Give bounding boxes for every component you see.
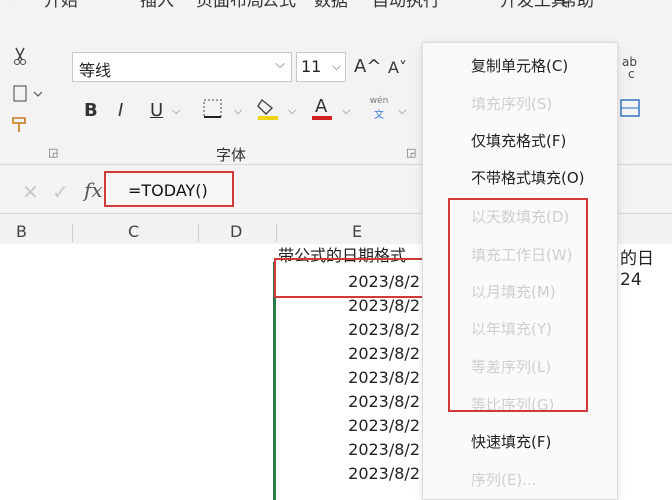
column-header-e[interactable]: E: [352, 222, 362, 241]
format-painter-icon[interactable]: [10, 114, 30, 138]
date-cell[interactable]: 2023/8/2: [286, 392, 420, 411]
disabled-items-highlight: [448, 198, 588, 412]
column-header-c[interactable]: C: [128, 222, 139, 241]
menu-item-copy-cells[interactable]: 复制单元格(C): [471, 55, 568, 76]
right-cell-value[interactable]: 24: [620, 270, 642, 290]
font-dialog-launcher-icon[interactable]: ◲: [406, 146, 416, 159]
tab-insert[interactable]: 插入: [140, 0, 174, 11]
menu-item-fill-without-formatting[interactable]: 不带格式填充(O): [471, 167, 585, 188]
date-cell[interactable]: 2023/8/2: [286, 416, 420, 435]
enter-icon[interactable]: ✓: [52, 180, 69, 204]
tab-help[interactable]: 帮助: [560, 0, 594, 11]
font-name-select[interactable]: 等线 ⌵: [72, 52, 292, 82]
border-icon[interactable]: [202, 98, 224, 124]
font-color-icon: A: [315, 96, 328, 117]
phonetic-top: wén: [369, 96, 389, 106]
column-separator: [198, 224, 199, 242]
column-separator: [72, 224, 73, 242]
menu-item-fill-series: 填充序列(S): [471, 95, 553, 113]
chevron-down-icon: ⌵: [331, 59, 341, 73]
chevron-down-icon[interactable]: ⌵: [342, 104, 350, 118]
cancel-icon[interactable]: ✕: [22, 180, 39, 204]
date-cell[interactable]: 2023/8/2: [286, 440, 420, 459]
font-color-swatch: [312, 116, 332, 120]
ribbon-tab-bar: < 开始 插入 页面布局 公式 数据 自动执行 开发工具 帮助: [0, 0, 672, 34]
date-cell[interactable]: 2023/8/2: [286, 320, 420, 339]
date-cell[interactable]: 2023/8/2: [286, 272, 420, 291]
tab-review[interactable]: 自动执行: [372, 0, 440, 11]
font-color-button[interactable]: A: [310, 96, 334, 122]
menu-item-fill-formatting-only[interactable]: 仅填充格式(F): [471, 130, 566, 151]
chevron-down-icon[interactable]: ⌵: [288, 104, 296, 118]
cut-icon[interactable]: [12, 46, 28, 70]
tab-formulas[interactable]: 公式: [262, 0, 296, 11]
menu-item-series: 序列(E)...: [471, 471, 537, 489]
font-name-value: 等线: [79, 61, 112, 80]
tab-data[interactable]: 数据: [314, 0, 348, 11]
decrease-font-size-button[interactable]: A˅: [388, 58, 407, 77]
tab-home[interactable]: 开始: [44, 0, 78, 11]
chevron-down-icon[interactable]: ⌵: [234, 104, 242, 118]
merge-center-icon[interactable]: [620, 98, 640, 122]
date-cell[interactable]: 2023/8/2: [286, 464, 420, 483]
column-separator: [276, 224, 277, 242]
fill-color-icon[interactable]: [256, 96, 280, 126]
date-cell[interactable]: 2023/8/2: [286, 368, 420, 387]
chevron-down-icon: ⌵: [275, 57, 285, 72]
date-cell[interactable]: 2023/8/2: [286, 344, 420, 363]
column-header-b[interactable]: B: [16, 222, 27, 241]
font-size-select[interactable]: 11 ⌵: [296, 52, 346, 82]
phonetic-guide-button[interactable]: wén 文: [366, 96, 392, 121]
phonetic-bottom: 文: [374, 110, 384, 121]
chevron-down-icon[interactable]: ⌵: [398, 104, 406, 118]
right-cell-header[interactable]: 的日: [620, 244, 654, 269]
insert-function-button[interactable]: fx: [84, 178, 103, 202]
bold-button[interactable]: B: [84, 100, 98, 121]
font-group-label: 字体: [216, 146, 247, 164]
column-header-d[interactable]: D: [230, 222, 242, 241]
chevron-down-icon[interactable]: ⌵: [172, 104, 180, 118]
tab-page-layout[interactable]: 页面布局: [196, 0, 264, 11]
italic-button[interactable]: I: [118, 100, 123, 121]
menu-item-flash-fill[interactable]: 快速填充(F): [471, 431, 551, 452]
tab-arrow: <: [0, 0, 14, 6]
increase-font-size-button[interactable]: A^: [354, 56, 381, 77]
copy-icon[interactable]: [12, 84, 43, 108]
underline-button[interactable]: U: [150, 100, 163, 121]
wrap-text-button[interactable]: ab c: [622, 56, 637, 80]
font-size-value: 11: [301, 57, 322, 76]
clipboard-dialog-launcher-icon[interactable]: ◲: [48, 146, 58, 159]
formula-input[interactable]: =TODAY(): [104, 171, 234, 207]
wrap-text-bottom: c: [628, 67, 635, 81]
date-cell[interactable]: 2023/8/2: [286, 296, 420, 315]
tab-developer[interactable]: 开发工具: [500, 0, 568, 11]
